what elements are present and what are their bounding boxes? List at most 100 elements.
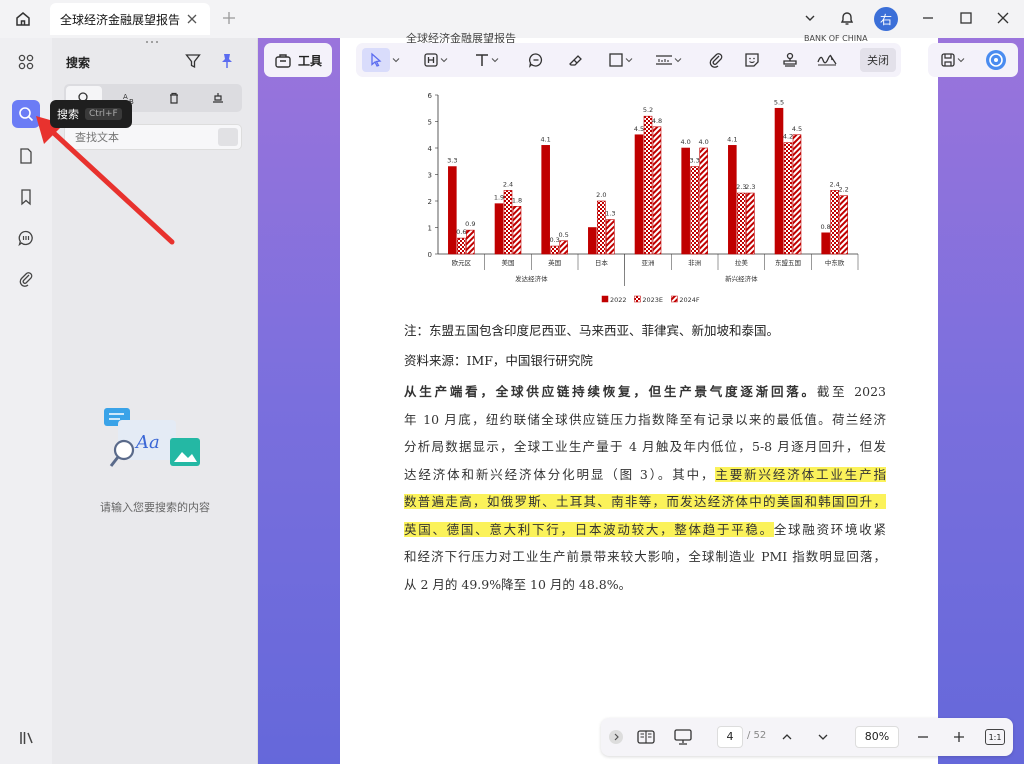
maximize-button[interactable] — [956, 8, 976, 28]
bookmark-icon — [21, 189, 31, 206]
home-button[interactable] — [10, 6, 36, 32]
attachment-tool[interactable] — [704, 48, 728, 72]
bar-2023E — [550, 245, 559, 255]
save-button[interactable] — [934, 48, 970, 72]
tab-close-button[interactable] — [184, 11, 200, 27]
filter-icon — [185, 54, 201, 69]
data-label: 3.3 — [689, 157, 699, 165]
filter-button[interactable] — [184, 52, 202, 70]
presentation-icon — [674, 729, 692, 745]
book-icon — [637, 730, 655, 744]
toolbar-right — [928, 43, 1018, 77]
bank-logo-text: BANK OF CHINA — [804, 34, 868, 43]
rail-pages-button[interactable] — [12, 142, 40, 170]
tab-title: 全球经济金融展望报告 — [60, 12, 181, 27]
zoom-in-button[interactable] — [949, 727, 969, 747]
data-label: 5.2 — [643, 106, 653, 114]
minimize-icon — [923, 17, 933, 19]
y-tick-label: 3 — [428, 172, 432, 180]
collapse-nav-button[interactable] — [607, 727, 625, 747]
signature-tool[interactable] — [814, 48, 840, 72]
group-label: 新兴经济体 — [725, 274, 758, 283]
para-line-7: 和经济下行压力对工业生产前景带来较大影响，全球制造业 PMI 指数明显回落， — [404, 549, 886, 564]
actual-size-button[interactable]: 1:1 — [985, 729, 1005, 745]
search-submit-button[interactable] — [218, 128, 238, 146]
bar-2024F — [746, 192, 755, 255]
new-tab-button[interactable] — [220, 9, 238, 27]
tabs-dropdown-button[interactable] — [800, 8, 820, 28]
bar-2023E — [737, 192, 746, 255]
left-rail — [0, 38, 52, 764]
highlight[interactable]: 数普遍走高，如俄罗斯、土耳其、南非等，而发达经济体中的美国和韩国回升， — [404, 494, 886, 509]
previous-page-button[interactable] — [777, 727, 797, 747]
sidebar-toggle-button[interactable] — [16, 727, 38, 749]
notification-button[interactable] — [837, 8, 857, 28]
body-paragraph: 从生产端看，全球供应链持续恢复，但生产景气度逐渐回落。截至 2023 年 10 … — [404, 378, 886, 598]
highlight[interactable]: 英国、德国、意大利下行，日本波动较大，整体趋于平稳。 — [404, 521, 774, 537]
x-tick-label: 欧元区 — [452, 258, 472, 267]
pin-icon — [222, 54, 232, 68]
x-tick-label: 中东欧 — [825, 258, 845, 267]
ai-assistant-button[interactable] — [984, 48, 1008, 72]
data-label: 2.2 — [838, 186, 848, 194]
pin-button[interactable] — [218, 52, 236, 70]
rail-attachments-button[interactable] — [12, 265, 40, 293]
rail-bookmarks-button[interactable] — [12, 183, 40, 211]
para-line-1: 从生产端看，全球供应链持续恢复，但生产景气度逐渐回落。截至 2023 — [404, 384, 886, 399]
x-tick-label: 非洲 — [688, 258, 701, 267]
zoom-out-button[interactable] — [913, 727, 933, 747]
comment-tool[interactable] — [524, 48, 548, 72]
plus-icon — [223, 12, 235, 24]
document-page: 全球经济金融展望报告 BANK OF CHINA 0 1 2 3 4 5 6 3.3 0.6 0.… — [340, 32, 938, 764]
zoom-level[interactable]: 80% — [855, 726, 899, 748]
text-tool[interactable] — [468, 48, 504, 72]
document-tab[interactable]: 全球经济金融展望报告 — [50, 3, 210, 35]
data-label: 1.9 — [494, 194, 504, 202]
eraser-tool[interactable] — [564, 48, 588, 72]
next-page-button[interactable] — [813, 727, 833, 747]
y-tick-label: 6 — [428, 92, 433, 100]
eraser-icon — [569, 55, 582, 66]
highlight-tool[interactable] — [418, 48, 452, 72]
rail-comments-button[interactable] — [12, 224, 40, 252]
data-label: 2.0 — [596, 191, 606, 199]
x-tick-label: 英国 — [548, 258, 561, 267]
measure-tool[interactable] — [650, 48, 686, 72]
data-label: 4.5 — [792, 125, 802, 133]
stamp-tool[interactable] — [778, 48, 802, 72]
page-layout-button[interactable] — [635, 727, 657, 747]
tools-button[interactable]: 工具 — [264, 43, 332, 77]
close-icon — [187, 14, 197, 24]
data-label: 4.5 — [634, 125, 644, 133]
redact-icon — [213, 93, 223, 103]
chevron-down-icon — [625, 58, 633, 63]
para-line-5: 数普遍走高，如俄罗斯、土耳其、南非等，而发达经济体中的美国和韩国回升， — [404, 488, 886, 516]
rectangle-icon — [609, 53, 623, 67]
maximize-icon — [960, 12, 972, 24]
rail-thumbnails-button[interactable] — [12, 48, 40, 76]
mode-delete[interactable] — [156, 86, 192, 110]
cursor-icon — [371, 52, 382, 67]
minimize-button[interactable] — [918, 8, 938, 28]
close-toolbar-button[interactable]: 关闭 — [860, 48, 896, 72]
shape-tool[interactable] — [602, 48, 638, 72]
bell-icon — [840, 12, 854, 25]
page-number-input[interactable]: 4 — [717, 726, 743, 748]
user-avatar[interactable]: 右 — [874, 7, 898, 31]
bar-chart: 01234563.30.60.9欧元区1.92.41.8美国4.10.30.5英… — [428, 92, 859, 304]
x-tick-label: 东盟五国 — [775, 258, 801, 267]
sticker-tool[interactable] — [740, 48, 764, 72]
data-label: 0.5 — [558, 231, 568, 239]
select-tool-dropdown[interactable] — [390, 48, 402, 72]
presentation-button[interactable] — [671, 727, 695, 747]
highlight[interactable]: 主要新兴经济体工业生产指 — [715, 466, 886, 482]
comment-icon — [529, 53, 543, 68]
panel-drag-handle[interactable] — [144, 40, 160, 44]
close-window-button[interactable] — [993, 8, 1013, 28]
bar-2023E — [830, 190, 839, 255]
empty-search-message: 请输入您要搜索的内容 — [100, 501, 210, 514]
rail-search-button[interactable] — [12, 100, 40, 128]
save-icon — [941, 53, 955, 67]
select-tool[interactable] — [362, 48, 390, 72]
mode-redact[interactable] — [200, 86, 236, 110]
